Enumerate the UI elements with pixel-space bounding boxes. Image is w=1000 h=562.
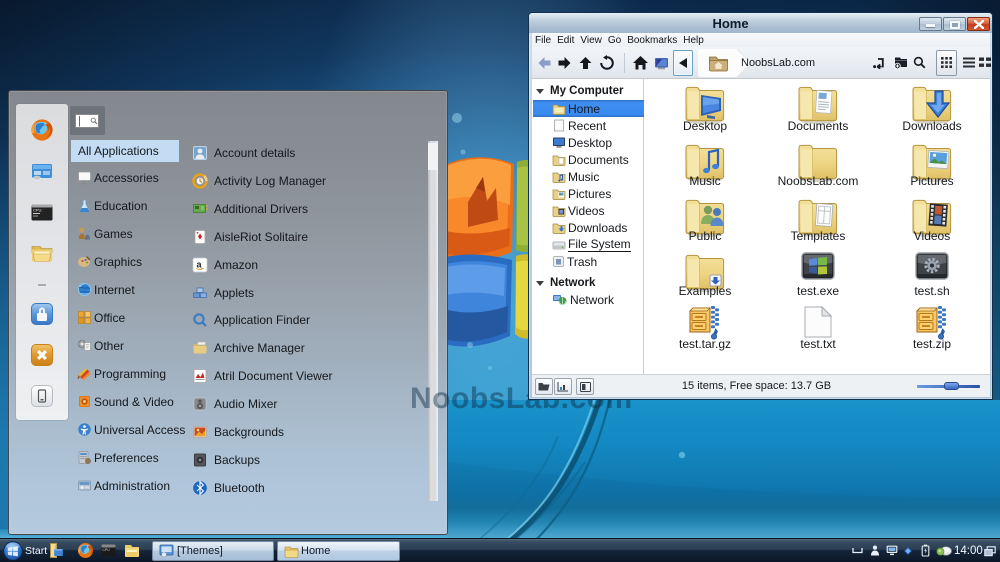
svg-text:CPU: CPU — [103, 548, 111, 552]
svg-text:CPU:: CPU: — [33, 208, 43, 213]
